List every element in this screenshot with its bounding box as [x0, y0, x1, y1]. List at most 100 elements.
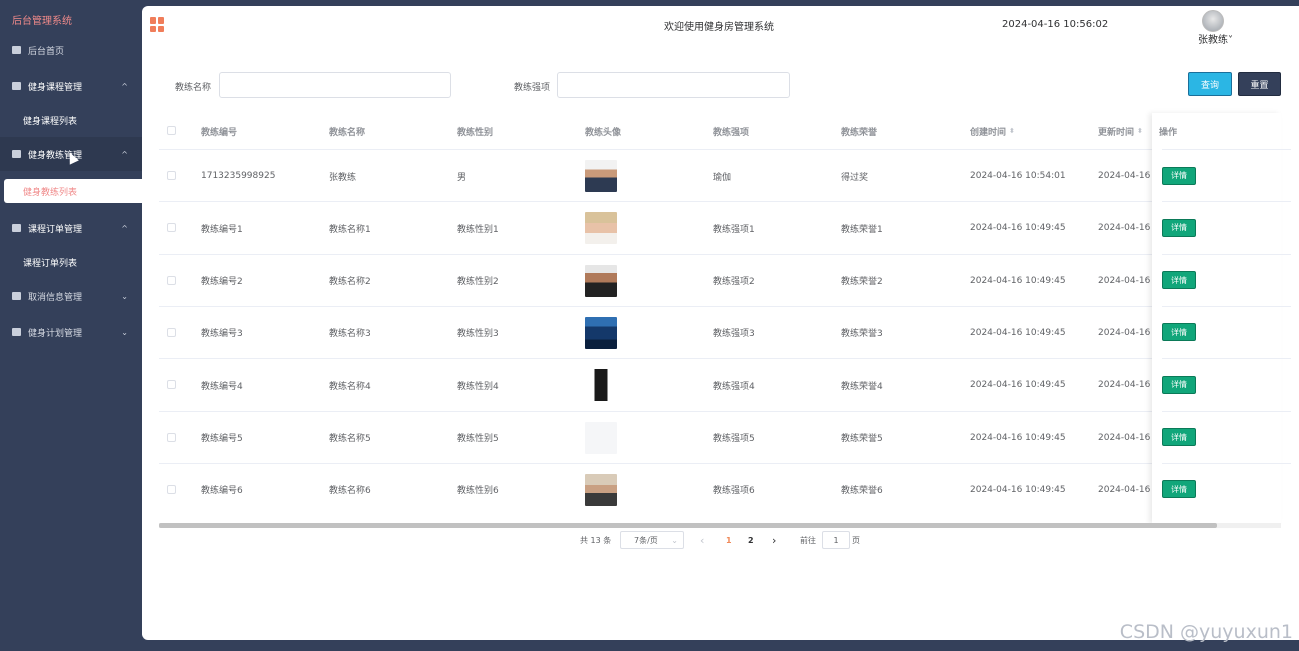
row-checkbox[interactable] — [167, 484, 176, 494]
column-header-updated[interactable]: 更新时间 ⬍ — [1098, 113, 1143, 149]
chevron-down-icon: ⌄ — [121, 291, 128, 301]
detail-button[interactable]: 详情 — [1162, 375, 1196, 394]
page-size-select[interactable]: 7条/页 ⌄ — [620, 531, 684, 549]
menu-grid-icon[interactable] — [150, 17, 165, 32]
detail-button[interactable]: 详情 — [1162, 428, 1196, 446]
sidebar-item-label: 课程订单管理 — [28, 224, 83, 235]
coach-photo — [585, 264, 617, 297]
table-row: 教练编号4 教练名称4 教练性别4 教练强项4 教练荣誉4 2024-04-16 10:4… — [159, 358, 1281, 410]
cell-coach-name: 教练名称1 — [329, 224, 371, 235]
cell-coach-skill: 教练强项4 — [713, 381, 755, 392]
sidebar-item-home[interactable]: 后台首页 — [0, 33, 142, 67]
scrollbar-thumb[interactable] — [159, 523, 1217, 528]
brand-title: 后台管理系统 — [12, 16, 72, 27]
row-checkbox[interactable] — [167, 432, 176, 442]
cell-coach-skill: 教练强项2 — [713, 277, 755, 288]
page-1-button[interactable]: 1 — [726, 532, 732, 548]
sidebar-item-order-mgmt[interactable]: 课程订单管理 ^ — [0, 211, 142, 245]
coach-photo — [585, 160, 617, 192]
column-header: 教练荣誉 — [841, 127, 878, 138]
checkbox-icon — [12, 292, 21, 300]
cell-coach-photo — [585, 464, 617, 516]
row-checkbox[interactable] — [167, 327, 176, 337]
pagination-total: 共 13 条 — [580, 535, 612, 545]
cell-coach-photo — [585, 412, 617, 464]
cell-coach-honor: 教练荣誉1 — [841, 224, 883, 235]
page-size-value: 7条/页 — [634, 535, 658, 545]
detail-button[interactable]: 详情 — [1162, 271, 1196, 290]
cell-coach-honor: 教练荣誉5 — [841, 434, 883, 444]
cell-coach-photo — [585, 359, 617, 411]
select-all-checkbox[interactable] — [167, 126, 176, 135]
sidebar-item-coach-list[interactable]: 健身教练列表 — [4, 179, 142, 203]
coach-photo — [585, 212, 617, 245]
coach-name-input[interactable] — [219, 72, 451, 98]
goto-label: 前往 — [800, 535, 816, 545]
detail-button[interactable]: 详情 — [1162, 166, 1196, 185]
cell-created-time: 2024-04-16 10:49:45 — [970, 380, 1066, 391]
user-menu[interactable]: 张教练˅ — [1198, 31, 1233, 46]
column-header: 教练强项 — [713, 127, 750, 138]
cell-coach-honor: 得过奖 — [841, 172, 869, 183]
table-row: 教练编号3 教练名称3 教练性别3 教练强项3 教练荣誉3 2024-04-16 10:4… — [159, 305, 1281, 359]
checkbox-icon — [12, 82, 21, 90]
monitor-icon — [12, 46, 21, 54]
checkbox-icon — [12, 328, 21, 336]
cell-coach-photo — [585, 150, 617, 202]
row-checkbox[interactable] — [167, 380, 176, 390]
query-button[interactable]: 查询 — [1188, 72, 1232, 96]
cell-operations: 详情 — [1162, 462, 1291, 515]
cell-coach-photo — [585, 255, 617, 307]
cell-created-time: 2024-04-16 10:49:45 — [970, 223, 1066, 234]
cell-coach-honor: 教练荣誉3 — [841, 329, 883, 340]
coach-name-label: 教练名称 — [175, 83, 212, 93]
main-panel: 欢迎使用健身房管理系统 2024-04-16 10:56:02 张教练˅ 教练名… — [142, 6, 1299, 640]
cell-created-time: 2024-04-16 10:49:45 — [970, 275, 1066, 286]
row-checkbox[interactable] — [167, 171, 176, 180]
coach-photo — [585, 473, 617, 506]
cell-coach-photo — [585, 307, 617, 359]
sidebar-item-course-list[interactable]: 健身课程列表 — [0, 105, 142, 135]
sidebar-item-course-mgmt[interactable]: 健身课程管理 ^ — [0, 69, 142, 103]
sort-icon[interactable]: ⬍ — [1009, 127, 1015, 135]
column-header-created[interactable]: 创建时间 ⬍ — [970, 113, 1015, 149]
cell-operations: 详情 — [1162, 149, 1291, 201]
cell-coach-name: 教练名称6 — [329, 486, 371, 497]
avatar[interactable] — [1202, 10, 1224, 32]
sidebar-item-plan-mgmt[interactable]: 健身计划管理 ⌄ — [0, 315, 142, 349]
cell-coach-skill: 教练强项1 — [713, 224, 755, 235]
sidebar-item-label: 课程订单列表 — [23, 258, 78, 269]
sort-icon[interactable]: ⬍ — [1137, 127, 1143, 135]
goto-page-input[interactable]: 1 — [822, 531, 850, 549]
coach-photo — [585, 316, 617, 349]
cell-coach-photo — [585, 202, 617, 254]
detail-button[interactable]: 详情 — [1162, 323, 1196, 342]
column-header-label: 更新时间 — [1098, 127, 1135, 138]
next-page-button[interactable]: › — [772, 532, 776, 548]
detail-button[interactable]: 详情 — [1162, 218, 1196, 237]
cell-coach-gender: 教练性别3 — [457, 329, 499, 340]
prev-page-button[interactable]: ‹ — [700, 532, 704, 548]
cell-coach-skill: 教练强项5 — [713, 434, 755, 444]
row-checkbox[interactable] — [167, 223, 176, 233]
cell-operations: 详情 — [1162, 253, 1291, 306]
coach-photo — [585, 369, 617, 402]
horizontal-scrollbar[interactable] — [159, 523, 1281, 528]
cell-coach-name: 教练名称5 — [329, 434, 371, 444]
page-2-button[interactable]: 2 — [748, 532, 754, 548]
cell-coach-id: 教练编号2 — [201, 277, 243, 288]
row-checkbox[interactable] — [167, 275, 176, 285]
column-header: 教练性别 — [457, 127, 494, 138]
cell-created-time: 2024-04-16 10:54:01 — [970, 171, 1066, 181]
sidebar-item-order-list[interactable]: 课程订单列表 — [0, 247, 142, 277]
coach-skill-input[interactable] — [557, 72, 790, 98]
cell-coach-gender: 教练性别6 — [457, 486, 499, 497]
cell-coach-id: 教练编号5 — [201, 434, 243, 444]
cell-operations: 详情 — [1162, 410, 1291, 463]
reset-button[interactable]: 重置 — [1238, 72, 1281, 96]
cell-operations: 详情 — [1162, 358, 1291, 410]
sidebar-item-cancel-mgmt[interactable]: 取消信息管理 ⌄ — [0, 279, 142, 313]
column-header: 教练头像 — [585, 127, 622, 138]
detail-button[interactable]: 详情 — [1162, 480, 1196, 499]
page-unit-label: 页 — [852, 535, 860, 545]
